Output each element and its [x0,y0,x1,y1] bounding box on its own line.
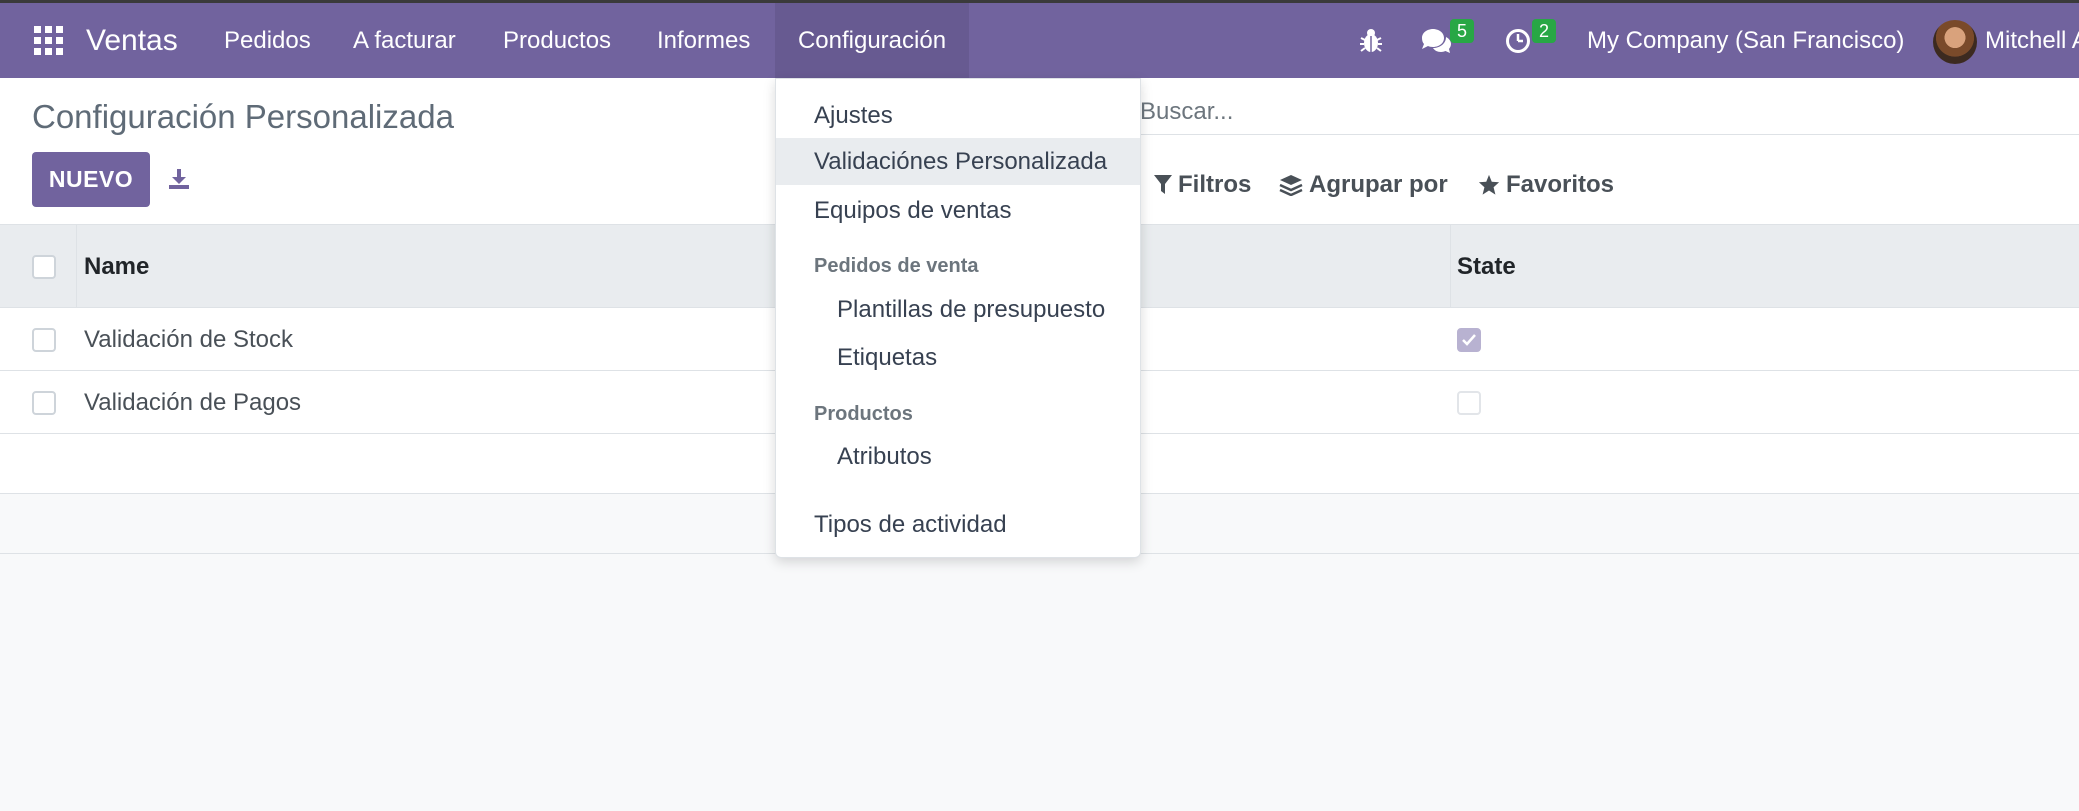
user-avatar[interactable] [1933,20,1977,64]
dropdown-item-ajustes[interactable]: Ajustes [776,92,1140,139]
menu-configuracion[interactable]: Configuración [775,3,969,78]
dropdown-section-pedidos: Pedidos de venta [814,255,979,277]
dropdown-item-equipos[interactable]: Equipos de ventas [776,187,1140,234]
column-divider [76,225,77,308]
dropdown-item-plantillas[interactable]: Plantillas de presupuesto [776,286,1140,333]
row-select-checkbox[interactable] [32,390,56,415]
row-name: Validación de Stock [84,325,294,353]
menu-pedidos[interactable]: Pedidos [224,3,311,78]
group-by-button[interactable]: Agrupar por [1279,165,1448,205]
new-button[interactable]: NUEVO [32,152,150,207]
messages-chat-icon[interactable] [1418,3,1454,78]
dropdown-item-tipos-actividad[interactable]: Tipos de actividad [776,501,1140,548]
favorites-label: Favoritos [1506,171,1615,198]
configuracion-dropdown: Ajustes Validaciónes Personalizada Equip… [775,78,1141,558]
search-bar [1140,89,2079,135]
user-menu[interactable]: Mitchell Admin [1985,3,2079,78]
debug-bug-icon[interactable] [1356,3,1386,78]
favorites-button[interactable]: Favoritos [1478,165,1614,205]
menu-informes[interactable]: Informes [657,3,750,78]
row-name: Validación de Pagos [84,388,302,416]
state-checkbox-unchecked [1457,390,1481,415]
dropdown-item-validaciones[interactable]: Validaciónes Personalizada [776,138,1140,185]
star-icon [1478,174,1500,195]
menu-a-facturar[interactable]: A facturar [353,3,456,78]
app-brand[interactable]: Ventas [86,3,178,78]
column-header-name[interactable]: Name [84,225,149,308]
state-checkbox-checked [1457,327,1481,352]
activities-clock-icon[interactable] [1502,3,1534,78]
filters-button[interactable]: Filtros [1154,165,1251,205]
select-all-checkbox-cell [32,225,56,308]
dropdown-section-productos: Productos [814,403,913,425]
page-title: Configuración Personalizada [32,98,454,135]
download-icon[interactable] [164,164,194,194]
dropdown-item-etiquetas[interactable]: Etiquetas [776,334,1140,381]
column-header-state[interactable]: State [1457,225,1516,308]
filters-label: Filtros [1178,171,1252,198]
top-navbar: Ventas Pedidos A facturar Productos Info… [0,0,2079,78]
company-switcher[interactable]: My Company (San Francisco) [1587,3,1904,78]
filter-icon [1154,175,1172,194]
group-by-label: Agrupar por [1309,171,1448,198]
row-select-checkbox[interactable] [32,327,56,352]
menu-productos[interactable]: Productos [503,3,611,78]
search-input[interactable] [1140,89,2079,134]
dropdown-item-atributos[interactable]: Atributos [776,433,1140,480]
column-divider [1450,225,1451,308]
messages-count-badge: 5 [1450,19,1474,43]
apps-menu-icon[interactable] [30,3,66,78]
activities-count-badge: 2 [1532,19,1556,43]
select-all-checkbox[interactable] [32,254,56,279]
check-icon [1462,333,1476,346]
layers-icon [1279,175,1303,196]
